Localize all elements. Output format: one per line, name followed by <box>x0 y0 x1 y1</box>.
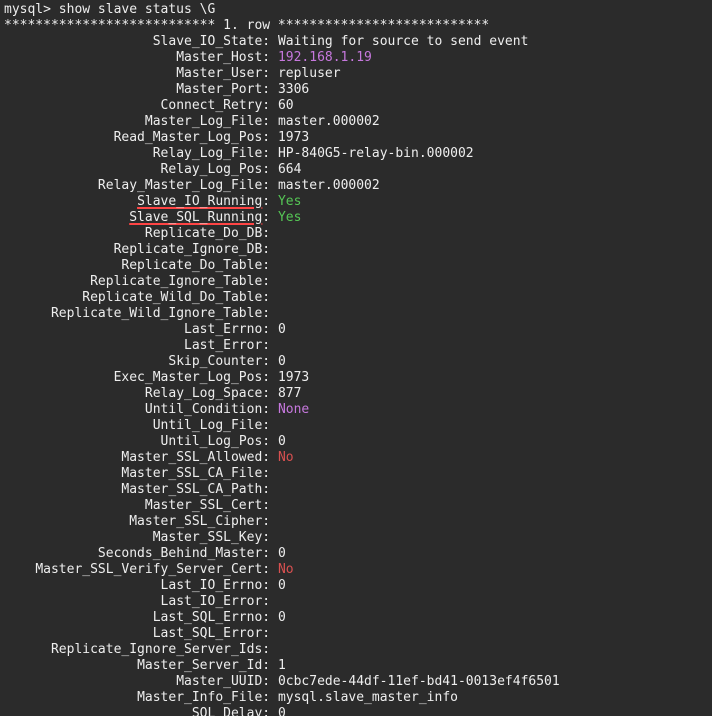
status-value: 877 <box>278 386 301 401</box>
status-key: Until_Log_Pos <box>161 434 263 449</box>
status-key: Replicate_Do_Table <box>121 258 262 273</box>
status-value: mysql.slave_master_info <box>278 690 458 705</box>
status-value: 0cbc7ede-44df-11ef-bd41-0013ef4f6501 <box>278 674 560 689</box>
status-key: Replicate_Ignore_Server_Ids <box>51 642 262 657</box>
status-value: 0 <box>278 354 286 369</box>
status-value: 192.168.1.19 <box>278 50 372 65</box>
status-key: Relay_Log_File <box>153 146 263 161</box>
status-key: Relay_Log_Space <box>145 386 262 401</box>
status-value: 0 <box>278 706 286 716</box>
status-key: Relay_Log_Pos <box>161 162 263 177</box>
status-value: 1973 <box>278 370 309 385</box>
status-value: Waiting for source to send event <box>278 34 528 49</box>
status-key: Master_SSL_Cipher <box>129 514 262 529</box>
status-key: Master_Host <box>176 50 262 65</box>
status-key: Last_SQL_Error <box>153 626 263 641</box>
status-value: 3306 <box>278 82 309 97</box>
status-key: Last_SQL_Errno <box>153 610 263 625</box>
status-value: 0 <box>278 610 286 625</box>
status-key: Until_Log_File <box>153 418 263 433</box>
status-key: Read_Master_Log_Pos <box>114 130 263 145</box>
status-value: 0 <box>278 322 286 337</box>
status-key: Master_Log_File <box>145 114 262 129</box>
status-value: master.000002 <box>278 178 380 193</box>
mysql-prompt: mysql> show slave status \G <box>4 2 215 17</box>
status-key: Master_User <box>176 66 262 81</box>
status-key: Master_Server_Id <box>137 658 262 673</box>
status-key: Exec_Master_Log_Pos <box>114 370 263 385</box>
status-value: 1973 <box>278 130 309 145</box>
status-value: 1 <box>278 658 286 673</box>
status-key: Slave_SQL_Running <box>129 210 262 225</box>
status-key: Slave_IO_State <box>153 34 263 49</box>
status-key: Last_IO_Errno <box>161 578 263 593</box>
status-value: repluser <box>278 66 341 81</box>
status-key: Last_IO_Error <box>161 594 263 609</box>
status-key: Replicate_Ignore_Table <box>90 274 262 289</box>
status-key: Master_SSL_Cert <box>145 498 262 513</box>
status-key: Master_SSL_CA_Path <box>121 482 262 497</box>
status-value: No <box>278 562 294 577</box>
status-value: 0 <box>278 578 286 593</box>
status-value: HP-840G5-relay-bin.000002 <box>278 146 474 161</box>
status-value: 0 <box>278 546 286 561</box>
row-banner: *************************** 1. row *****… <box>4 18 489 33</box>
terminal-output: mysql> show slave status \G ************… <box>0 0 712 716</box>
status-value: Yes <box>278 194 301 209</box>
status-value: Yes <box>278 210 301 225</box>
status-key: Replicate_Do_DB <box>145 226 262 241</box>
status-key: Relay_Master_Log_File <box>98 178 262 193</box>
status-key: Replicate_Ignore_DB <box>114 242 263 257</box>
status-key: Master_SSL_CA_File <box>121 466 262 481</box>
status-key: SQL_Delay <box>192 706 262 716</box>
status-key: Master_Info_File <box>137 690 262 705</box>
status-key: Master_UUID <box>176 674 262 689</box>
status-key: Skip_Counter <box>168 354 262 369</box>
status-value: master.000002 <box>278 114 380 129</box>
status-key: Replicate_Wild_Do_Table <box>82 290 262 305</box>
status-key: Master_SSL_Verify_Server_Cert <box>35 562 262 577</box>
status-key: Connect_Retry <box>161 98 263 113</box>
status-value: 60 <box>278 98 294 113</box>
status-key: Last_Error <box>184 338 262 353</box>
status-value: 0 <box>278 434 286 449</box>
status-value: No <box>278 450 294 465</box>
status-key: Master_Port <box>176 82 262 97</box>
status-key: Replicate_Wild_Ignore_Table <box>51 306 262 321</box>
status-key: Seconds_Behind_Master <box>98 546 262 561</box>
status-key: Slave_IO_Running <box>137 194 262 209</box>
status-value: 664 <box>278 162 301 177</box>
status-key: Until_Condition <box>145 402 262 417</box>
status-value: None <box>278 402 309 417</box>
status-key: Master_SSL_Allowed <box>121 450 262 465</box>
status-key: Last_Errno <box>184 322 262 337</box>
status-key: Master_SSL_Key <box>153 530 263 545</box>
